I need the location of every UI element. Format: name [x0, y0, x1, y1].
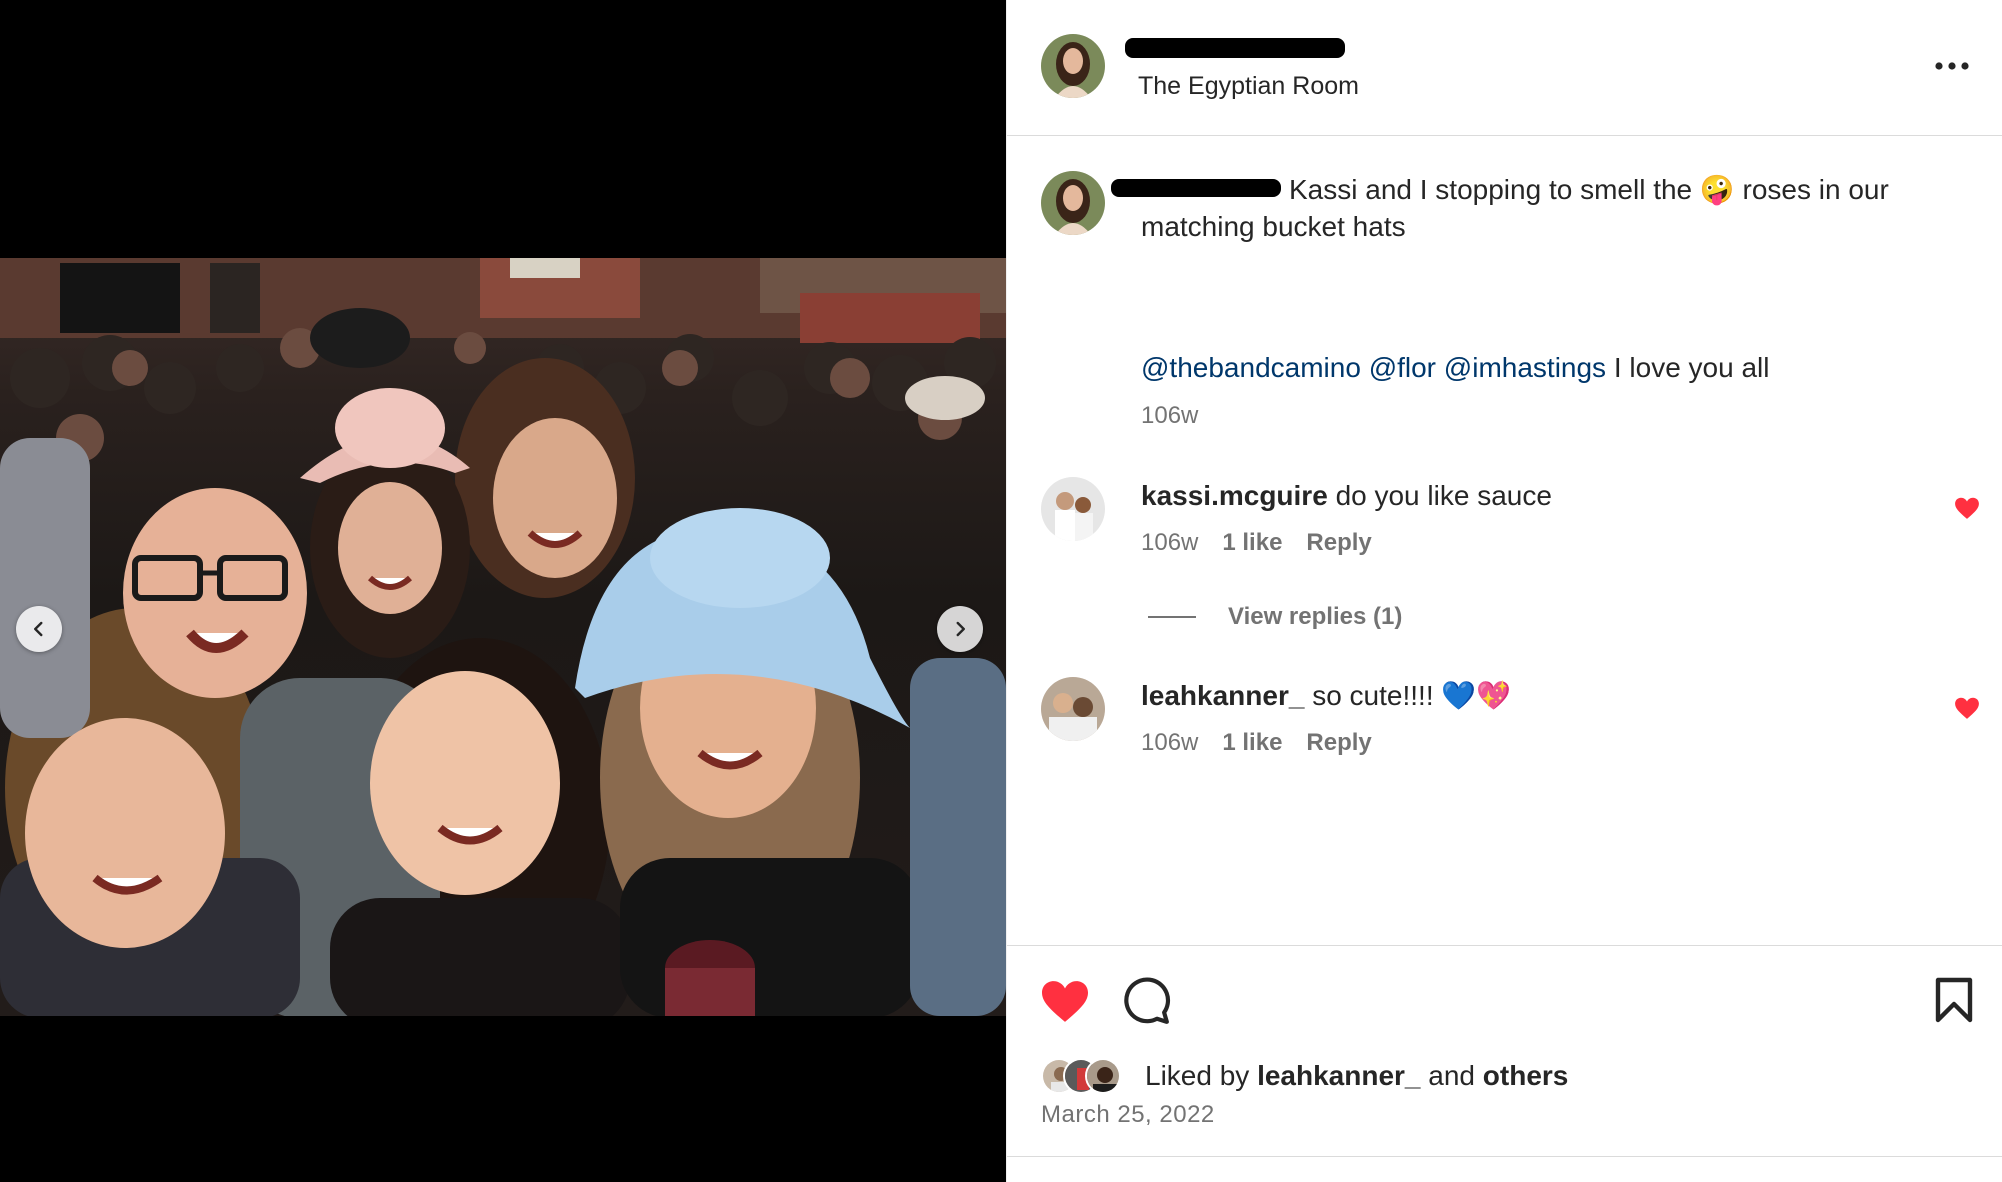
comment-like-heart-icon[interactable]: [1954, 496, 1980, 520]
reply-button[interactable]: Reply: [1306, 729, 1371, 757]
liked-by-row: Liked by leahkanner_ and others: [1041, 1056, 1568, 1096]
comment-meta: 106w 1 like Reply: [1141, 729, 1372, 757]
bookmark-icon[interactable]: [1933, 976, 1975, 1024]
liked-by-prefix: Liked by: [1145, 1060, 1250, 1091]
caption-tail: I love you all: [1613, 352, 1770, 383]
chevron-right-icon: [956, 621, 965, 637]
comment-meta: 106w 1 like Reply: [1141, 529, 1372, 557]
post-media: [0, 0, 1006, 1182]
caption-text: Kassi and I stopping to smell the 🤪 rose…: [1141, 174, 1889, 242]
view-replies-label: View replies (1): [1228, 603, 1403, 630]
photo-illustration: [0, 258, 1006, 1016]
comment-text: do you like sauce: [1335, 480, 1552, 511]
comment-icon[interactable]: [1121, 976, 1171, 1026]
mention-link[interactable]: @flor: [1369, 352, 1436, 383]
caption-author-avatar[interactable]: [1041, 171, 1105, 235]
caption-meta: 106w: [1141, 402, 1198, 430]
comments-section: Kassi and I stopping to smell the 🤪 rose…: [1007, 137, 2002, 945]
reply-button[interactable]: Reply: [1306, 529, 1371, 557]
redacted-username: [1125, 38, 1345, 58]
mention-link[interactable]: @thebandcamino: [1141, 352, 1361, 383]
chevron-left-icon: [34, 621, 43, 637]
more-options-button[interactable]: [1927, 52, 1977, 80]
post-header: The Egyptian Room: [1007, 0, 2002, 136]
comment-username[interactable]: kassi.mcguire: [1141, 480, 1328, 511]
post-photo: [0, 258, 1006, 1016]
comment-time[interactable]: 106w: [1141, 729, 1198, 757]
carousel-prev-button[interactable]: [16, 606, 62, 652]
liker-avatar: [1085, 1058, 1121, 1094]
caption-time[interactable]: 106w: [1141, 402, 1198, 430]
caption-mentions-line: @thebandcamino @flor @imhastings I love …: [1141, 349, 1941, 386]
liked-by-middle: and: [1428, 1060, 1475, 1091]
comment-body: leahkanner_ so cute!!!! 💙💖: [1141, 677, 1901, 714]
liked-by-others[interactable]: others: [1483, 1060, 1569, 1092]
carousel-next-button[interactable]: [937, 606, 983, 652]
view-replies-button[interactable]: View replies (1): [1148, 603, 1402, 631]
comment-likes-count[interactable]: 1 like: [1222, 529, 1282, 557]
commenter-avatar[interactable]: [1041, 677, 1105, 741]
heart-icon[interactable]: [1039, 978, 1091, 1024]
liked-by-user[interactable]: leahkanner_: [1257, 1060, 1420, 1092]
replies-divider-line: [1148, 616, 1196, 618]
more-icon: [1935, 62, 1969, 70]
author-avatar[interactable]: [1041, 34, 1105, 98]
comment-username[interactable]: leahkanner_: [1141, 680, 1304, 711]
comment-body: kassi.mcguire do you like sauce: [1141, 477, 1901, 514]
comment-time[interactable]: 106w: [1141, 529, 1198, 557]
post-details-panel: The Egyptian Room Kassi and I stopping t…: [1006, 0, 2002, 1182]
comment-like-heart-icon[interactable]: [1954, 696, 1980, 720]
comment-text: so cute!!!! 💙💖: [1312, 680, 1512, 711]
comment-likes-count[interactable]: 1 like: [1222, 729, 1282, 757]
post-actions: Liked by leahkanner_ and others March 25…: [1007, 945, 2002, 1157]
post-location[interactable]: The Egyptian Room: [1138, 72, 1359, 101]
post-date[interactable]: March 25, 2022: [1041, 1101, 1215, 1129]
commenter-avatar[interactable]: [1041, 477, 1105, 541]
mention-link[interactable]: @imhastings: [1444, 352, 1606, 383]
